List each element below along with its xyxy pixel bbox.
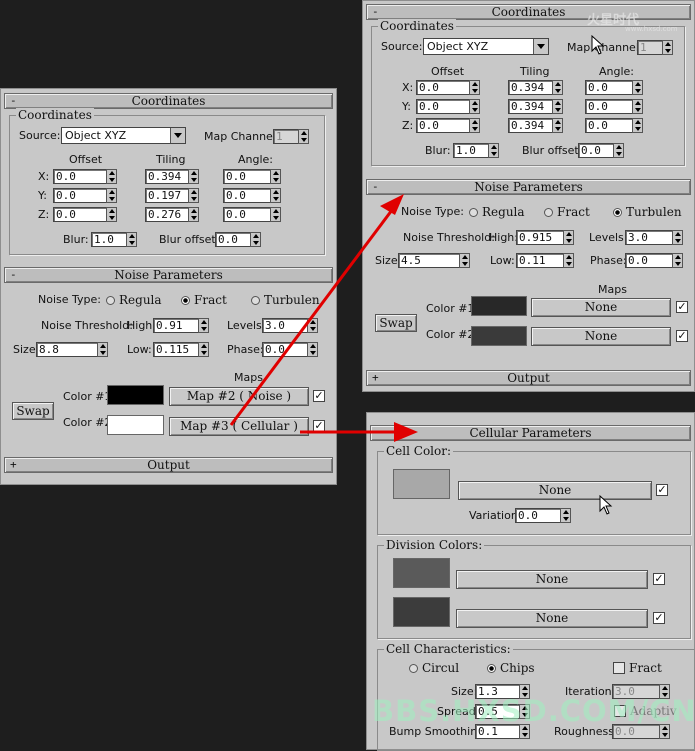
arrowhead-icon [380,194,404,215]
annotation-arrows [229,194,418,442]
arrowhead-icon [394,422,418,442]
arrow-to-noise-panel [229,209,394,426]
